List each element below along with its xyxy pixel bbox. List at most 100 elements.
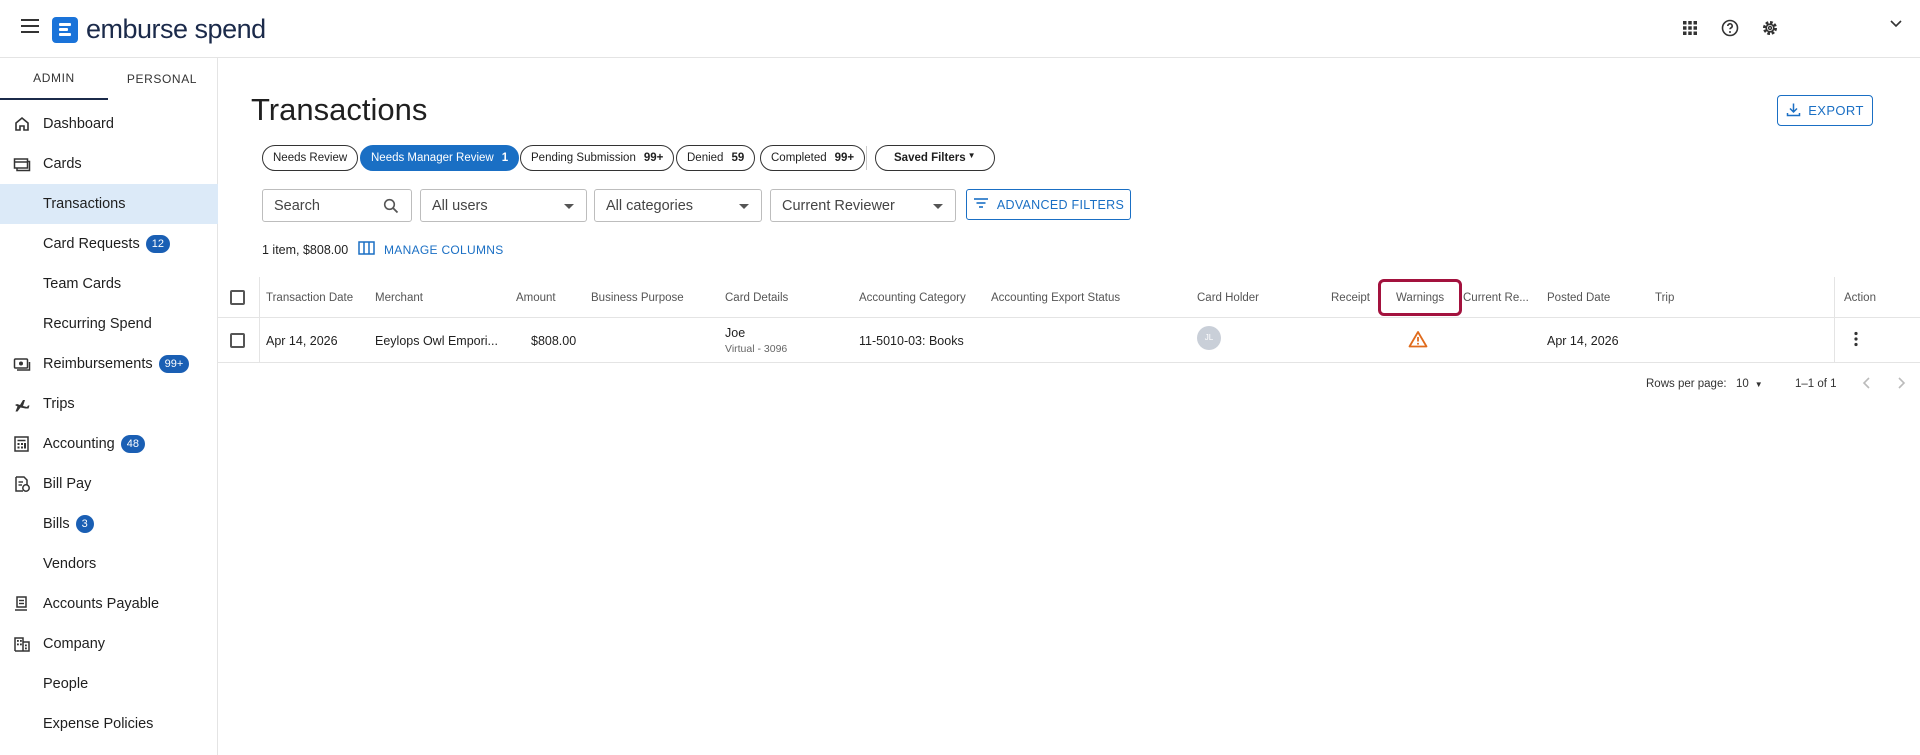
sidebar-item-expense-policies[interactable]: Expense Policies [0, 704, 218, 744]
column-amount[interactable]: Amount [516, 277, 556, 318]
chip-needs-review[interactable]: Needs Review [262, 145, 359, 171]
cell-posted-date: Apr 14, 2026 [1547, 333, 1619, 348]
chip-completed[interactable]: Completed 99+ [760, 145, 866, 171]
card-holder-name: Joe [725, 326, 746, 340]
home-icon [13, 115, 31, 133]
table-row[interactable]: Apr 14, 2026 Eeylops Owl Empori... $808.… [218, 318, 1920, 363]
chip-needs-manager-review[interactable]: Needs Manager Review 1 [360, 145, 520, 171]
column-business-purpose[interactable]: Business Purpose [591, 277, 684, 318]
cell-warnings [1408, 318, 1428, 363]
sidebar-item-cards[interactable]: Cards [0, 144, 218, 184]
column-receipt[interactable]: Receipt [1331, 277, 1370, 318]
column-card-details[interactable]: Card Details [725, 277, 788, 318]
sidebar-item-card-requests[interactable]: Card Requests 12 [0, 224, 218, 264]
sidebar-item-accounting[interactable]: Accounting 48 [0, 424, 218, 464]
avatar[interactable]: JL [1197, 325, 1221, 350]
column-current-reviewer[interactable]: Current Re... [1463, 277, 1529, 318]
logo[interactable]: emburse spend [52, 14, 266, 45]
tab-admin[interactable]: ADMIN [0, 58, 108, 100]
manage-columns-button[interactable]: MANAGE COLUMNS [358, 241, 504, 258]
gear-icon[interactable] [1759, 17, 1781, 39]
cell-card-holder: JL [1197, 318, 1221, 363]
sidebar-item-label: Reimbursements [43, 356, 153, 372]
caret-down-icon [933, 204, 943, 209]
saved-filters-button[interactable]: Saved Filters ▼ [875, 145, 995, 171]
sidebar-item-vendors[interactable]: Vendors [0, 544, 218, 584]
filter-icon [973, 197, 989, 212]
sidebar: ADMIN PERSONAL Dashboard Cards Transacti… [0, 58, 218, 755]
sidebar-item-trips[interactable]: Trips [0, 384, 218, 424]
brand-name: emburse spend [86, 14, 266, 44]
top-bar: emburse spend [0, 0, 1920, 58]
sidebar-item-people[interactable]: People [0, 664, 218, 704]
help-icon[interactable] [1719, 17, 1741, 39]
chip-divider [866, 146, 867, 170]
reviewer-select[interactable]: Current Reviewer [770, 189, 956, 222]
chip-denied[interactable]: Denied 59 [676, 145, 756, 171]
sidebar-item-label: Team Cards [43, 276, 122, 292]
bill-pay-icon [13, 475, 31, 493]
column-merchant[interactable]: Merchant [375, 277, 423, 318]
next-page-icon[interactable] [1896, 376, 1906, 390]
result-summary: 1 item, $808.00 [262, 243, 349, 257]
row-checkbox[interactable] [230, 333, 245, 348]
sidebar-item-accounts-payable[interactable]: Accounts Payable [0, 584, 218, 624]
categories-select[interactable]: All categories [594, 189, 762, 222]
sidebar-item-team-cards[interactable]: Team Cards [0, 264, 218, 304]
column-posted-date[interactable]: Posted Date [1547, 277, 1610, 318]
sidebar-item-label: Expense Policies [43, 716, 154, 732]
rows-per-page-label: Rows per page: [1646, 378, 1727, 390]
chip-label: Completed [771, 152, 827, 164]
saved-filters-label: Saved Filters [894, 152, 966, 164]
cell-amount: $808.00 [531, 333, 577, 348]
sidebar-item-recurring-spend[interactable]: Recurring Spend [0, 304, 218, 344]
sidebar-item-label: Bill Pay [43, 476, 92, 492]
sidebar-item-label: Company [43, 636, 106, 652]
count-badge: 99+ [158, 355, 190, 373]
column-divider [259, 277, 260, 363]
search-icon [383, 198, 399, 218]
column-transaction-date[interactable]: Transaction Date [266, 277, 353, 318]
count-badge: 48 [120, 435, 145, 453]
column-card-holder[interactable]: Card Holder [1197, 277, 1259, 318]
rows-per-page-value: 10 [1736, 378, 1749, 390]
apps-grid-icon[interactable] [1679, 17, 1701, 39]
sidebar-item-label: Accounts Payable [43, 596, 160, 612]
previous-page-icon[interactable] [1862, 376, 1872, 390]
sidebar-item-label: Accounting [43, 436, 115, 452]
sidebar-item-label: Cards [43, 156, 82, 172]
sidebar-item-company[interactable]: Company [0, 624, 218, 664]
chip-pending-submission[interactable]: Pending Submission 99+ [520, 145, 675, 171]
sidebar-item-bills[interactable]: Bills 3 [0, 504, 218, 544]
tab-personal[interactable]: PERSONAL [108, 58, 216, 100]
column-action: Action [1844, 291, 1876, 304]
chevron-down-icon[interactable] [1888, 16, 1904, 32]
row-action-menu[interactable] [1853, 318, 1859, 363]
sidebar-item-label: Recurring Spend [43, 316, 152, 332]
more-vertical-icon[interactable] [1853, 331, 1859, 350]
menu-icon[interactable] [21, 19, 39, 33]
sidebar-item-dashboard[interactable]: Dashboard [0, 104, 218, 144]
cell-accounting-category: 11-5010-03: Books [859, 333, 964, 348]
warning-icon[interactable] [1408, 330, 1428, 351]
sidebar-item-bill-pay[interactable]: Bill Pay [0, 464, 218, 504]
rows-per-page-select[interactable]: 10 ▼ [1736, 378, 1763, 390]
column-accounting-category[interactable]: Accounting Category [859, 277, 966, 318]
cell-card-details: Joe Virtual - 3096 [725, 318, 787, 363]
search-input[interactable]: Search [262, 189, 412, 222]
count-badge: 3 [75, 515, 94, 533]
sidebar-item-label: Dashboard [43, 116, 114, 132]
advanced-filters-button[interactable]: ADVANCED FILTERS [966, 189, 1131, 220]
column-accounting-export-status[interactable]: Accounting Export Status [991, 277, 1120, 318]
sidebar-item-label: People [43, 676, 89, 692]
sidebar-item-reimbursements[interactable]: Reimbursements 99+ [0, 344, 218, 384]
select-all-checkbox[interactable] [230, 290, 245, 305]
column-trip[interactable]: Trip [1655, 277, 1674, 318]
users-select[interactable]: All users [420, 189, 587, 222]
count-badge: 12 [145, 235, 170, 253]
chip-count: 1 [501, 152, 509, 164]
sidebar-item-transactions[interactable]: Transactions [0, 184, 218, 224]
export-button[interactable]: EXPORT [1777, 95, 1873, 126]
column-divider [1834, 277, 1835, 363]
users-select-value: All users [432, 197, 488, 214]
